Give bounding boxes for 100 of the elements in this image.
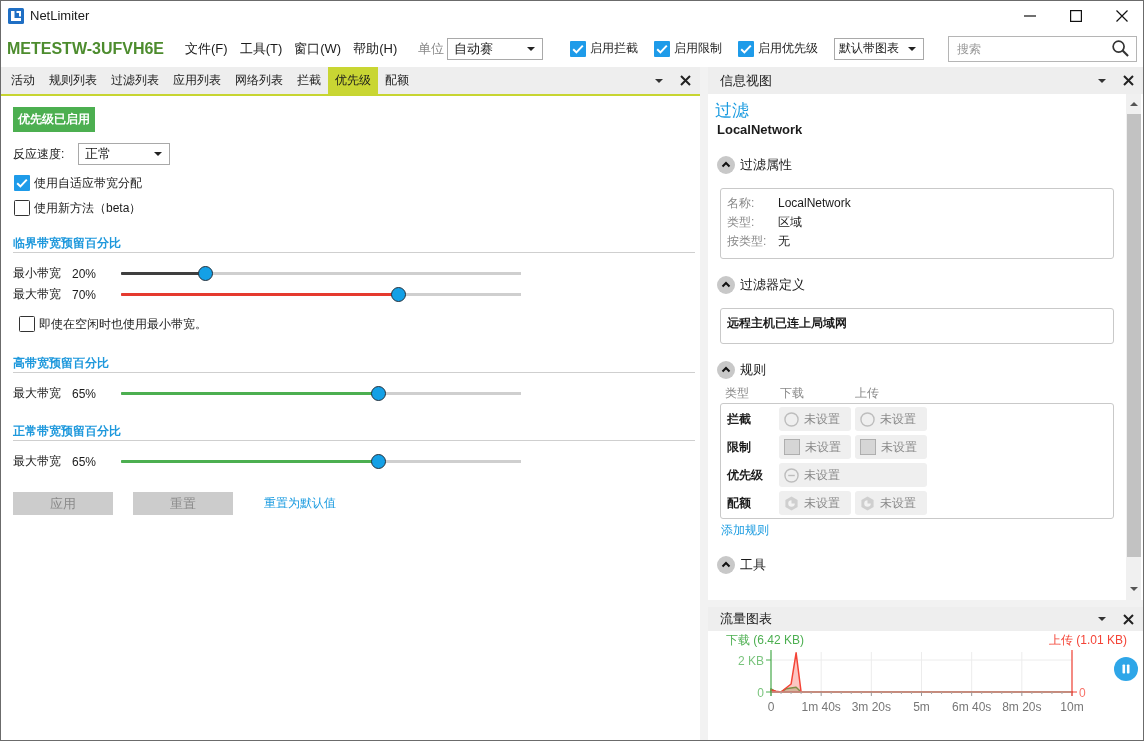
property-value: 无 <box>778 233 790 250</box>
slider-thumb[interactable] <box>390 287 406 302</box>
caret-icon <box>154 152 162 156</box>
checkbox[interactable] <box>14 200 30 216</box>
checkbox[interactable] <box>19 316 35 332</box>
property-label: 按类型: <box>727 233 768 250</box>
close-icon[interactable] <box>1123 75 1134 86</box>
caret-icon[interactable] <box>1098 617 1106 621</box>
caret-icon <box>527 46 536 51</box>
slider-reading: 65% <box>72 386 98 401</box>
series-legend: 下载 (6.42 KB) <box>726 633 805 647</box>
unit-dropdown[interactable]: 自动赛 <box>447 37 544 60</box>
collapse-toggle-icon[interactable] <box>717 361 735 379</box>
group-title[interactable]: 工具 <box>740 556 766 574</box>
section-title: 高带宽预留百分比 <box>13 355 695 373</box>
menu-item[interactable]: 文件(F) <box>185 39 228 58</box>
tab[interactable]: 应用列表 <box>166 67 228 94</box>
group-title[interactable]: 过滤属性 <box>740 156 792 174</box>
column-header: 类型 <box>725 385 750 401</box>
group-title[interactable]: 过滤器定义 <box>740 276 805 294</box>
checkbox-label[interactable]: 启用优先级 <box>758 40 819 57</box>
hexagon-icon <box>860 495 875 511</box>
tab[interactable]: 网络列表 <box>228 67 290 94</box>
collapse-toggle-icon[interactable] <box>717 276 735 294</box>
group-title[interactable]: 规则 <box>740 361 766 379</box>
series-legend: 上传 (1.01 KB) <box>1048 633 1127 647</box>
panel-title: 信息视图 <box>720 71 772 90</box>
slider-thumb[interactable] <box>197 266 213 281</box>
slider-reading: 70% <box>72 287 98 302</box>
close-icon[interactable] <box>1116 9 1128 22</box>
slider-label: 最大带宽 <box>13 453 62 470</box>
tab[interactable]: 配额 <box>378 67 416 94</box>
maximize-icon[interactable] <box>1070 9 1082 22</box>
checkbox[interactable] <box>654 40 671 57</box>
checkbox[interactable] <box>14 175 30 191</box>
checkbox-label[interactable]: 启用限制 <box>674 40 723 57</box>
checkbox-label[interactable]: 启用拦截 <box>590 40 639 57</box>
search-icon[interactable] <box>1112 39 1130 57</box>
axis-tick-label: 2 KB <box>738 653 764 668</box>
search-field[interactable]: 搜索 <box>948 35 1138 62</box>
axis-tick-label: 0 <box>1079 685 1086 700</box>
window-title: NetLimiter <box>30 8 90 23</box>
axis-tick-label: 10m <box>1060 700 1084 714</box>
axis-tick-label: 0 <box>757 685 764 700</box>
chart-mode-dropdown[interactable]: 默认带图表 <box>834 37 925 60</box>
close-icon[interactable] <box>680 75 691 86</box>
column-header: 上传 <box>855 385 879 401</box>
slider-reading: 20% <box>72 266 98 281</box>
scroll-down-icon[interactable] <box>1129 587 1138 591</box>
checkbox-label[interactable]: 使用自适应带宽分配 <box>34 174 142 192</box>
axis-tick-label: 1m 40s <box>801 700 841 714</box>
definition-text: 远程主机已连上局域网 <box>727 316 847 330</box>
rule-type-label: 配额 <box>727 494 752 512</box>
tab[interactable]: 优先级 <box>328 67 378 94</box>
minimize-icon[interactable] <box>1024 14 1036 17</box>
rule-type-label: 限制 <box>727 438 752 456</box>
menu-item[interactable]: 帮助(H) <box>353 39 398 58</box>
slider-thumb[interactable] <box>371 454 387 469</box>
panel-title: 流量图表 <box>720 610 772 628</box>
menu-item[interactable]: 工具(T) <box>239 39 283 58</box>
axis-tick-label: 6m 40s <box>952 700 992 714</box>
speed-dropdown[interactable]: 正常 <box>78 143 170 165</box>
machine-name: METESTW-3UFVH6E <box>7 39 165 58</box>
slider-label: 最大带宽 <box>13 385 62 402</box>
slider-reading: 65% <box>72 454 98 469</box>
tab[interactable]: 过滤列表 <box>104 67 166 94</box>
tab[interactable]: 活动 <box>4 67 42 94</box>
property-value: 区域 <box>778 214 802 231</box>
caret-icon <box>908 46 917 51</box>
scroll-up-icon[interactable] <box>1129 102 1138 106</box>
close-icon[interactable] <box>1123 613 1134 625</box>
caret-icon[interactable] <box>655 78 663 83</box>
axis-tick-label: 0 <box>767 700 775 714</box>
axis-tick-label: 3m 20s <box>851 700 891 714</box>
menu-item[interactable]: 窗口(W) <box>294 39 342 58</box>
checkbox[interactable] <box>570 40 587 57</box>
ring-icon <box>784 411 799 427</box>
collapse-toggle-icon[interactable] <box>717 556 735 574</box>
caret-icon[interactable] <box>1098 78 1106 83</box>
checkbox-label[interactable]: 即使在空闲时也使用最小带宽。 <box>39 315 207 333</box>
slider-label: 最大带宽 <box>13 286 62 303</box>
checkbox-label[interactable]: 使用新方法（beta） <box>34 199 142 217</box>
slider-label: 最小带宽 <box>13 265 62 282</box>
minus-circle-icon <box>784 467 799 483</box>
section-title: 正常带宽预留百分比 <box>13 423 695 441</box>
filter-name: LocalNetwork <box>717 121 804 139</box>
unit-label: 单位 <box>418 39 445 58</box>
rule-type-label: 优先级 <box>727 466 764 484</box>
section-title: 临界带宽预留百分比 <box>13 235 695 253</box>
collapse-toggle-icon[interactable] <box>717 156 735 174</box>
checkbox[interactable] <box>738 40 755 57</box>
slider-thumb[interactable] <box>371 386 387 401</box>
left-y-axis <box>765 649 772 697</box>
pause-icon[interactable] <box>1114 657 1138 681</box>
tab[interactable]: 拦截 <box>290 67 328 94</box>
priority-status-badge: 优先级已启用 <box>13 107 95 132</box>
property-label: 名称: <box>727 195 756 212</box>
tab[interactable]: 规则列表 <box>42 67 104 94</box>
ring-icon <box>860 411 875 427</box>
property-value: LocalNetwork <box>778 195 851 212</box>
